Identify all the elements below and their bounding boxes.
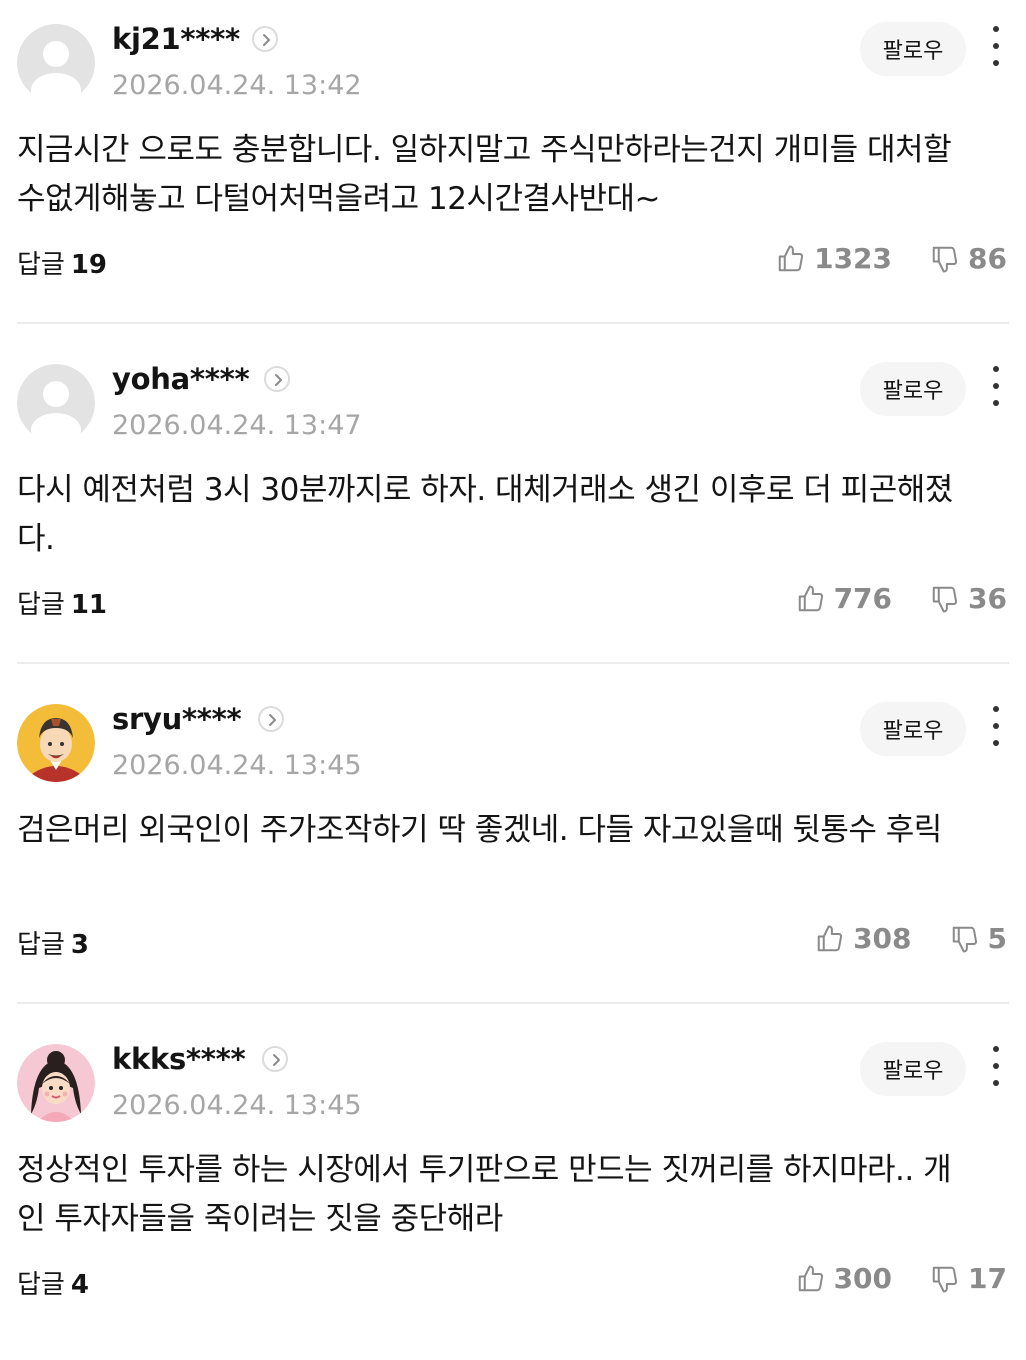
comment-text: 검은머리 외국인이 주가조작하기 딱 좋겠네. 다들 자고있을때 뒷통수 후릭 [17,812,942,848]
reply-button[interactable]: 답글 3 [17,924,89,961]
chevron-right-icon[interactable] [262,1046,288,1072]
comment-item: kkks**** 2026.04.24. 13:45 팔로우 정상적인 투자를 … [0,1020,1026,1360]
like-count: 776 [833,582,893,615]
chevron-right-icon[interactable] [252,26,278,52]
dislike-count: 5 [987,922,1007,955]
thumbs-up-icon [798,1265,823,1291]
like-button[interactable]: 300 [796,1262,892,1295]
reply-count: 4 [70,1270,89,1300]
more-options-icon[interactable] [983,706,1009,746]
dislike-button[interactable]: 86 [930,242,1007,275]
comment-timestamp: 2026.04.24. 13:45 [112,750,362,781]
chevron-right-icon[interactable] [264,366,290,392]
username[interactable]: sryu**** [112,702,242,736]
comment-timestamp: 2026.04.24. 13:45 [112,1090,362,1121]
comment-item: kj21**** 2026.04.24. 13:42 팔로우 지금시간 으로도 … [0,0,1026,340]
dislike-button[interactable]: 5 [950,922,1007,955]
reaction-bar: 308 5 [815,922,1007,955]
cartoon-man-avatar[interactable] [17,704,95,782]
thumbs-down-icon [932,1266,958,1292]
reaction-bar: 300 17 [796,1262,1007,1295]
follow-button[interactable]: 팔로우 [860,22,966,76]
more-options-icon[interactable] [983,26,1009,66]
dislike-count: 86 [968,242,1007,275]
like-button[interactable]: 776 [796,582,892,615]
thumbs-up-icon [798,585,823,611]
default-avatar-icon[interactable] [17,24,95,102]
chevron-right-icon[interactable] [258,706,284,732]
dislike-button[interactable]: 36 [930,582,1007,615]
cartoon-woman-avatar[interactable] [17,1044,95,1122]
reaction-bar: 1323 86 [776,242,1007,275]
comment-text: 다시 예전처럼 3시 30분까지로 하자. 대체거래소 생긴 이후로 더 피곤해… [17,472,953,557]
reply-count: 11 [70,590,108,620]
comment-text: 지금시간 으로도 충분합니다. 일하지말고 주식만하라는건지 개미들 대처할수없… [17,132,952,217]
reply-label: 답글 [17,250,65,280]
default-avatar-icon[interactable] [17,364,95,442]
reply-button[interactable]: 답글 11 [17,584,107,621]
reaction-bar: 776 36 [796,582,1007,615]
follow-button[interactable]: 팔로우 [860,1042,966,1096]
thumbs-down-icon [952,926,977,952]
like-count: 308 [853,922,912,955]
like-button[interactable]: 1323 [776,242,892,275]
reply-button[interactable]: 답글 19 [17,244,107,281]
reply-label: 답글 [17,1270,65,1300]
thumbs-up-icon [817,925,843,951]
divider [17,1002,1009,1004]
like-count: 300 [833,1262,893,1295]
comment-text: 정상적인 투자를 하는 시장에서 투기판으로 만드는 짓꺼리를 하지마라.. 개… [17,1152,952,1237]
dislike-button[interactable]: 17 [930,1262,1007,1295]
thumbs-up-icon [778,245,804,271]
reply-label: 답글 [17,930,65,960]
reply-count: 19 [70,250,108,280]
dislike-count: 17 [968,1262,1007,1295]
username[interactable]: kj21**** [112,22,240,56]
more-options-icon[interactable] [983,1046,1009,1086]
comment-item: yoha**** 2026.04.24. 13:47 팔로우 다시 예전처럼 3… [0,340,1026,680]
like-button[interactable]: 308 [815,922,912,955]
comment-timestamp: 2026.04.24. 13:42 [112,70,362,101]
username[interactable]: yoha**** [112,362,250,396]
thumbs-down-icon [932,586,958,612]
username[interactable]: kkks**** [112,1042,246,1076]
more-options-icon[interactable] [983,366,1009,406]
follow-button[interactable]: 팔로우 [860,362,966,416]
dislike-count: 36 [968,582,1007,615]
divider [17,662,1009,664]
comment-item: sryu**** 2026.04.24. 13:45 팔로우 검은머리 외국인이… [0,680,1026,1020]
like-count: 1323 [814,242,893,275]
reply-label: 답글 [17,590,65,620]
reply-button[interactable]: 답글 4 [17,1264,89,1301]
reply-count: 3 [70,930,89,960]
thumbs-down-icon [932,246,958,272]
comment-timestamp: 2026.04.24. 13:47 [112,410,362,441]
divider [17,322,1009,324]
follow-button[interactable]: 팔로우 [860,702,966,756]
